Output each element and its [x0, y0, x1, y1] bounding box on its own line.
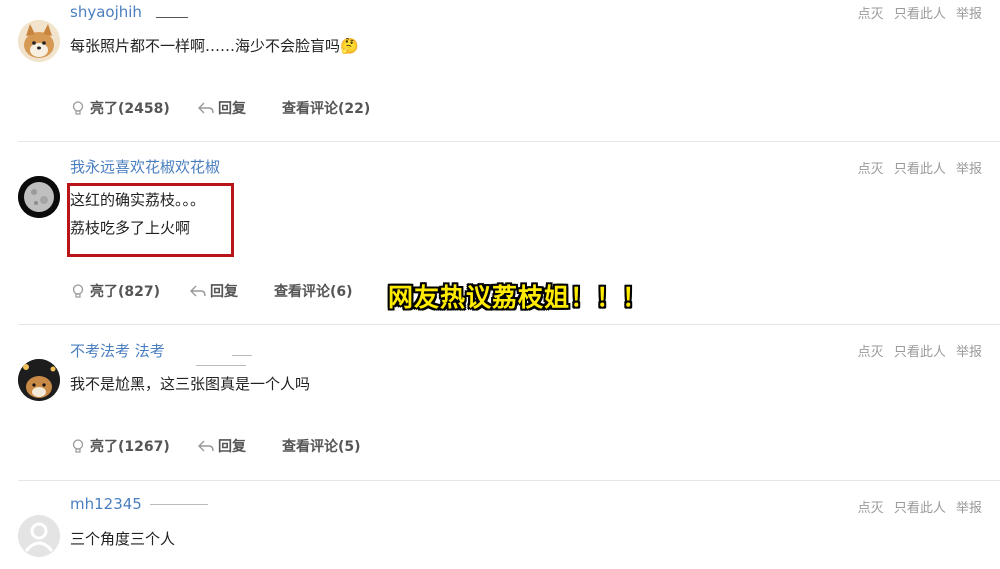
comment-3: 不考法考 法考 点灭 只看此人 举报 我不是尬黑，这三张图真是一个人吗 亮了(1…: [0, 325, 1000, 480]
only-this-user-button[interactable]: 只看此人: [894, 7, 946, 22]
username[interactable]: 不考法考 法考: [70, 340, 165, 361]
highlight-box: [67, 183, 234, 257]
like-button[interactable]: 亮了(2458): [70, 98, 170, 118]
report-button[interactable]: 举报: [956, 345, 982, 360]
comment-line: 三个角度三个人: [70, 530, 176, 548]
only-this-user-button[interactable]: 只看此人: [894, 501, 946, 516]
lightbulb-icon: [72, 101, 84, 115]
reply-icon: [190, 285, 206, 297]
downvote-button[interactable]: 点灭: [858, 345, 884, 360]
like-count: 亮了(2458): [90, 101, 170, 117]
username[interactable]: shyaojhih: [70, 3, 142, 21]
comment-text: 每张照片都不一样啊……海少不会脸盲吗🤔: [70, 30, 359, 62]
moon-avatar-icon: [18, 176, 60, 218]
downvote-button[interactable]: 点灭: [858, 162, 884, 177]
only-this-user-button[interactable]: 只看此人: [894, 345, 946, 360]
comment-actions: 点灭 只看此人 举报: [852, 158, 982, 177]
comment-line: 每张照片都不一样啊……海少不会脸盲吗🤔: [70, 37, 359, 55]
view-replies-button[interactable]: 查看评论(22): [282, 98, 370, 118]
reply-button[interactable]: 回复: [198, 436, 246, 456]
avatar[interactable]: [18, 359, 60, 401]
default-user-avatar-icon: [18, 515, 60, 557]
comment-actions: 点灭 只看此人 举报: [852, 341, 982, 360]
avatar[interactable]: [18, 515, 60, 557]
comment-1: shyaojhih 点灭 只看此人 举报 每张照片都不一样啊……海少不会脸盲吗🤔…: [0, 0, 1000, 140]
only-this-user-button[interactable]: 只看此人: [894, 162, 946, 177]
avatar[interactable]: [18, 176, 60, 218]
comment-text: 三个角度三个人: [70, 523, 175, 555]
report-button[interactable]: 举报: [956, 7, 982, 22]
avatar[interactable]: [18, 20, 60, 62]
comment-text: 我不是尬黑，这三张图真是一个人吗: [70, 368, 310, 400]
reply-button[interactable]: 回复: [198, 98, 246, 118]
report-button[interactable]: 举报: [956, 501, 982, 516]
like-button[interactable]: 亮了(827): [70, 281, 160, 301]
reply-button[interactable]: 回复: [190, 281, 238, 301]
comment-line: 我不是尬黑，这三张图真是一个人吗: [70, 375, 311, 393]
overlay-caption: 网友热议荔枝姐！！！: [388, 283, 649, 312]
report-button[interactable]: 举报: [956, 162, 982, 177]
like-button[interactable]: 亮了(1267): [70, 436, 170, 456]
username[interactable]: mh12345: [70, 495, 142, 513]
lightbulb-icon: [72, 439, 84, 453]
like-count: 亮了(1267): [90, 439, 170, 455]
downvote-button[interactable]: 点灭: [858, 501, 884, 516]
view-replies-button[interactable]: 查看评论(6): [274, 281, 353, 301]
username[interactable]: 我永远喜欢花椒欢花椒: [70, 156, 220, 177]
reply-icon: [198, 102, 214, 114]
view-replies-button[interactable]: 查看评论(5): [282, 436, 361, 456]
shiba-avatar-icon: [18, 20, 60, 62]
lightbulb-icon: [72, 284, 84, 298]
like-count: 亮了(827): [90, 284, 161, 300]
comment-actions: 点灭 只看此人 举报: [852, 497, 982, 516]
comment-4: mh12345 点灭 只看此人 举报 三个角度三个人: [0, 481, 1000, 569]
reply-icon: [198, 440, 214, 452]
dog-avatar-icon: [18, 359, 60, 401]
downvote-button[interactable]: 点灭: [858, 7, 884, 22]
comment-actions: 点灭 只看此人 举报: [852, 3, 982, 22]
